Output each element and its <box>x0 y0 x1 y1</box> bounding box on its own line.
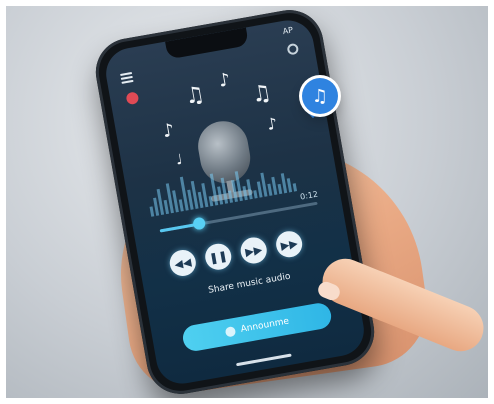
forward-button[interactable]: ▶▶ <box>238 235 269 266</box>
music-badge-icon[interactable]: ♫ <box>302 78 338 114</box>
home-indicator[interactable] <box>236 353 292 367</box>
music-note-icon: ♪ <box>217 69 232 92</box>
button-icon <box>224 326 236 338</box>
music-note-icon: ♪ <box>160 119 176 143</box>
announce-button-label: Announme <box>240 316 290 335</box>
announce-button[interactable]: Announme <box>180 301 334 353</box>
music-note-icon: ♫ <box>182 81 207 110</box>
music-note-icon: ♪ <box>265 113 279 135</box>
status-text: AP <box>282 25 294 37</box>
music-note-icon: ♩ <box>174 151 184 169</box>
skip-button[interactable]: ▶▶ <box>274 229 305 260</box>
music-note-icon: ♫ <box>249 80 274 109</box>
playback-time: 0:12 <box>299 189 319 202</box>
photo-scene: AP ♫ ♪ ♫ ♪ ♪ ♩ 0:12 ◀◀ ❚❚ ▶▶ ▶▶ Share mu… <box>0 0 494 404</box>
pause-button[interactable]: ❚❚ <box>203 241 234 272</box>
record-icon[interactable] <box>125 91 140 106</box>
progress-knob[interactable] <box>192 216 207 231</box>
playback-controls: ◀◀ ❚❚ ▶▶ ▶▶ <box>167 229 305 279</box>
menu-icon[interactable] <box>120 71 134 84</box>
settings-icon[interactable] <box>286 42 300 56</box>
rewind-button[interactable]: ◀◀ <box>167 247 198 279</box>
